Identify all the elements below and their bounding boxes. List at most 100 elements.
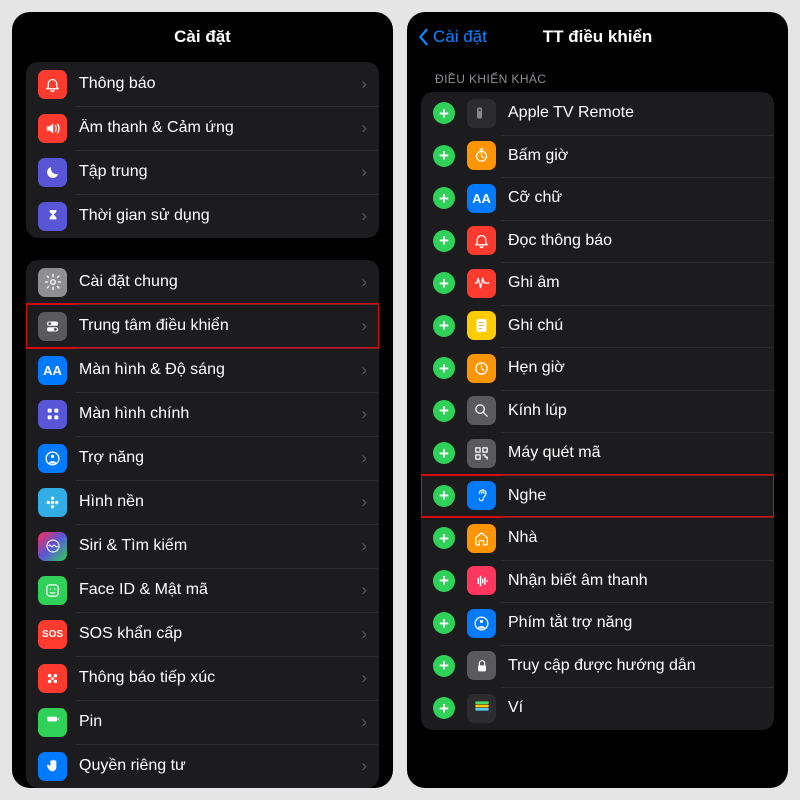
settings-row-display[interactable]: AA Màn hình & Độ sáng › <box>26 348 379 392</box>
exposure-icon <box>38 664 67 693</box>
settings-row-battery[interactable]: Pin› <box>26 700 379 744</box>
add-button[interactable] <box>433 527 455 549</box>
control-row-sound-recog: Nhận biết âm thanh <box>421 560 774 603</box>
phone-settings: Cài đặt Thông báo›Âm thanh & Cảm ứng›Tập… <box>12 12 393 788</box>
row-label: Màn hình & Độ sáng <box>79 361 355 379</box>
settings-row-home-screen[interactable]: Màn hình chính› <box>26 392 379 436</box>
add-button[interactable] <box>433 697 455 719</box>
add-button[interactable] <box>433 612 455 634</box>
row-label: Trợ năng <box>79 449 355 467</box>
control-row-shortcuts: Phím tắt trợ năng <box>421 602 774 645</box>
general-icon <box>38 268 67 297</box>
row-label: Thông báo tiếp xúc <box>79 669 355 687</box>
settings-row-general[interactable]: Cài đặt chung› <box>26 260 379 304</box>
sound-recog-icon <box>467 566 496 595</box>
home-screen-icon <box>38 400 67 429</box>
settings-row-wallpaper[interactable]: Hình nền› <box>26 480 379 524</box>
chevron-left-icon <box>417 28 429 46</box>
chevron-right-icon: › <box>361 756 367 776</box>
chevron-right-icon: › <box>361 316 367 336</box>
settings-row-privacy[interactable]: Quyền riêng tư › <box>26 744 379 788</box>
add-button[interactable] <box>433 272 455 294</box>
page-title: Cài đặt <box>174 27 231 47</box>
back-label: Cài đặt <box>433 27 487 47</box>
control-label: Nghe <box>508 487 762 505</box>
control-row-home: Nhà <box>421 517 774 560</box>
control-row-text-size: AA Cỡ chữ <box>421 177 774 220</box>
add-button[interactable] <box>433 442 455 464</box>
add-button[interactable] <box>433 230 455 252</box>
row-label: Âm thanh & Cảm ứng <box>79 119 355 137</box>
wallet-icon <box>467 694 496 723</box>
chevron-right-icon: › <box>361 536 367 556</box>
sounds-icon <box>38 114 67 143</box>
settings-list[interactable]: Thông báo›Âm thanh & Cảm ứng›Tập trung›T… <box>12 62 393 788</box>
settings-row-accessibility[interactable]: Trợ năng › <box>26 436 379 480</box>
row-label: Siri & Tìm kiếm <box>79 537 355 555</box>
row-label: Hình nền <box>79 493 355 511</box>
control-row-guided: Truy cập được hướng dẫn <box>421 645 774 688</box>
accessibility-icon <box>38 444 67 473</box>
settings-row-faceid[interactable]: Face ID & Mật mã› <box>26 568 379 612</box>
display-icon: AA <box>38 356 67 385</box>
settings-row-screentime[interactable]: Thời gian sử dụng› <box>26 194 379 238</box>
guided-icon <box>467 651 496 680</box>
control-label: Bấm giờ <box>508 147 762 165</box>
control-label: Truy cập được hướng dẫn <box>508 657 762 675</box>
settings-group-2: Cài đặt chung› Trung tâm điều khiển › AA Màn… <box>26 260 379 788</box>
add-button[interactable] <box>433 570 455 592</box>
add-button[interactable] <box>433 187 455 209</box>
settings-row-exposure[interactable]: Thông báo tiếp xúc › <box>26 656 379 700</box>
page-title: TT điều khiển <box>543 27 653 47</box>
control-label: Hẹn giờ <box>508 359 762 377</box>
add-button[interactable] <box>433 655 455 677</box>
chevron-right-icon: › <box>361 360 367 380</box>
settings-row-focus[interactable]: Tập trung › <box>26 150 379 194</box>
back-button[interactable]: Cài đặt <box>417 27 487 47</box>
control-row-alarm: Hẹn giờ <box>421 347 774 390</box>
row-label: Quyền riêng tư <box>79 757 355 775</box>
privacy-icon <box>38 752 67 781</box>
chevron-right-icon: › <box>361 712 367 732</box>
phone-control-center: Cài đặt TT điều khiển ĐIỀU KHIỂN KHÁC Ap… <box>407 12 788 788</box>
control-row-apple-tv-remote: Apple TV Remote <box>421 92 774 135</box>
add-button[interactable] <box>433 485 455 507</box>
chevron-right-icon: › <box>361 74 367 94</box>
settings-row-sos[interactable]: SOSSOS khẩn cấp› <box>26 612 379 656</box>
battery-icon <box>38 708 67 737</box>
chevron-right-icon: › <box>361 404 367 424</box>
text-size-icon: AA <box>467 184 496 213</box>
navbar-control-center: Cài đặt TT điều khiển <box>407 12 788 62</box>
chevron-right-icon: › <box>361 162 367 182</box>
control-center-list[interactable]: ĐIỀU KHIỂN KHÁC Apple TV RemoteBấm giờAA… <box>407 62 788 788</box>
control-label: Kính lúp <box>508 402 762 420</box>
faceid-icon <box>38 576 67 605</box>
chevron-right-icon: › <box>361 668 367 688</box>
add-button[interactable] <box>433 357 455 379</box>
row-label: Thời gian sử dụng <box>79 207 355 225</box>
settings-group-1: Thông báo›Âm thanh & Cảm ứng›Tập trung›T… <box>26 62 379 238</box>
control-label: Phím tắt trợ năng <box>508 614 762 632</box>
control-label: Cỡ chữ <box>508 189 762 207</box>
apple-tv-remote-icon <box>467 99 496 128</box>
control-label: Ghi âm <box>508 274 762 292</box>
add-button[interactable] <box>433 102 455 124</box>
home-icon <box>467 524 496 553</box>
chevron-right-icon: › <box>361 624 367 644</box>
row-label: Trung tâm điều khiển <box>79 317 355 335</box>
settings-row-sounds[interactable]: Âm thanh & Cảm ứng› <box>26 106 379 150</box>
magnifier-icon <box>467 396 496 425</box>
navbar-settings: Cài đặt <box>12 12 393 62</box>
control-row-wallet: Ví <box>421 687 774 730</box>
add-button[interactable] <box>433 145 455 167</box>
settings-row-notifications[interactable]: Thông báo› <box>26 62 379 106</box>
control-row-hearing: Nghe <box>421 475 774 518</box>
settings-row-control-center[interactable]: Trung tâm điều khiển › <box>26 304 379 348</box>
sos-icon: SOS <box>38 620 67 649</box>
row-label: Tập trung <box>79 163 355 181</box>
chevron-right-icon: › <box>361 448 367 468</box>
add-button[interactable] <box>433 400 455 422</box>
notes-icon <box>467 311 496 340</box>
settings-row-siri[interactable]: Siri & Tìm kiếm › <box>26 524 379 568</box>
add-button[interactable] <box>433 315 455 337</box>
